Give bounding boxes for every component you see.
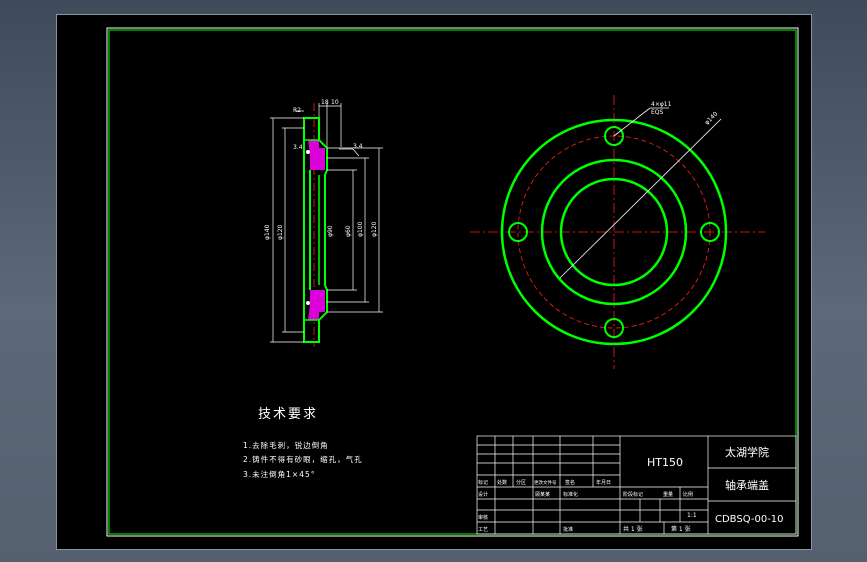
tech-note-2: 2.铸件不得有砂眼，缩孔，气孔 xyxy=(243,454,363,464)
row-label-count: 处数 xyxy=(497,479,507,486)
row-label-date: 年月日 xyxy=(596,479,611,486)
outer-frame xyxy=(106,27,799,537)
part-name: 轴承端盖 xyxy=(725,478,769,492)
dim-phi-inner: φ90 xyxy=(327,225,334,237)
tech-requirements-title: 技术要求 xyxy=(258,407,318,422)
row-label-mark: 标记 xyxy=(478,479,488,486)
tech-note-1: 1.去除毛刺，锐边倒角 xyxy=(243,440,329,450)
row-label-zone: 分区 xyxy=(516,479,526,486)
dim-chamfer: 3.4 xyxy=(293,144,303,151)
designer-name: 顾某某 xyxy=(535,492,550,498)
inner-frame xyxy=(108,29,797,535)
dim-phi-outer: φ140 xyxy=(264,224,271,240)
row-label-scale: 比例 xyxy=(683,491,693,498)
outer-dia-label: φ140 xyxy=(703,110,719,126)
cad-drawing[interactable]: 18 10 R2 3.4 3.4 φ140 φ120 φ90 φ60 φ100 … xyxy=(57,15,811,549)
material-label: HT150 xyxy=(647,456,683,469)
dim-phi-pcd: φ120 xyxy=(371,221,378,237)
row-label-process: 工艺 xyxy=(478,527,488,533)
row-label-standardize: 标准化 xyxy=(563,491,578,498)
row-label-stage-mark: 阶段标记 xyxy=(623,491,643,498)
dim-phi-mid: φ120 xyxy=(277,224,284,240)
row-label-design: 设计 xyxy=(478,491,488,498)
scale-value: 1:1 xyxy=(687,512,697,519)
drawing-number: CDBSQ-00-10 xyxy=(715,514,784,525)
row-label-review: 审核 xyxy=(478,514,488,521)
dim-phi-hub: φ60 xyxy=(345,225,352,237)
sheet-current: 第 1 张 xyxy=(671,525,691,533)
hole-pcd: EQS xyxy=(651,109,664,116)
school-name: 太湖学院 xyxy=(725,445,769,459)
tech-note-3: 3.未注倒角1×45° xyxy=(243,469,316,479)
row-label-change-doc: 更改文件号 xyxy=(534,479,557,486)
row-label-weight: 重量 xyxy=(663,491,673,498)
front-view[interactable]: 4×φ11 EQS φ140 xyxy=(470,95,765,369)
dim-top-b: 10 xyxy=(331,99,339,106)
row-label-signature: 签名 xyxy=(565,479,575,486)
dim-chamfer-right: 3.4 xyxy=(353,143,363,150)
row-label-approve: 批准 xyxy=(563,526,573,533)
dim-r2: R2 xyxy=(293,107,301,114)
dim-phi-bore: φ100 xyxy=(357,221,364,237)
section-view[interactable]: 18 10 R2 3.4 3.4 φ140 φ120 φ90 φ60 φ100 … xyxy=(264,99,383,347)
hole-callout: 4×φ11 xyxy=(651,101,672,108)
sheet-total: 共 1 张 xyxy=(623,525,643,533)
drawing-viewport[interactable]: 18 10 R2 3.4 3.4 φ140 φ120 φ90 φ60 φ100 … xyxy=(56,14,812,550)
dim-top-a: 18 xyxy=(321,99,329,106)
